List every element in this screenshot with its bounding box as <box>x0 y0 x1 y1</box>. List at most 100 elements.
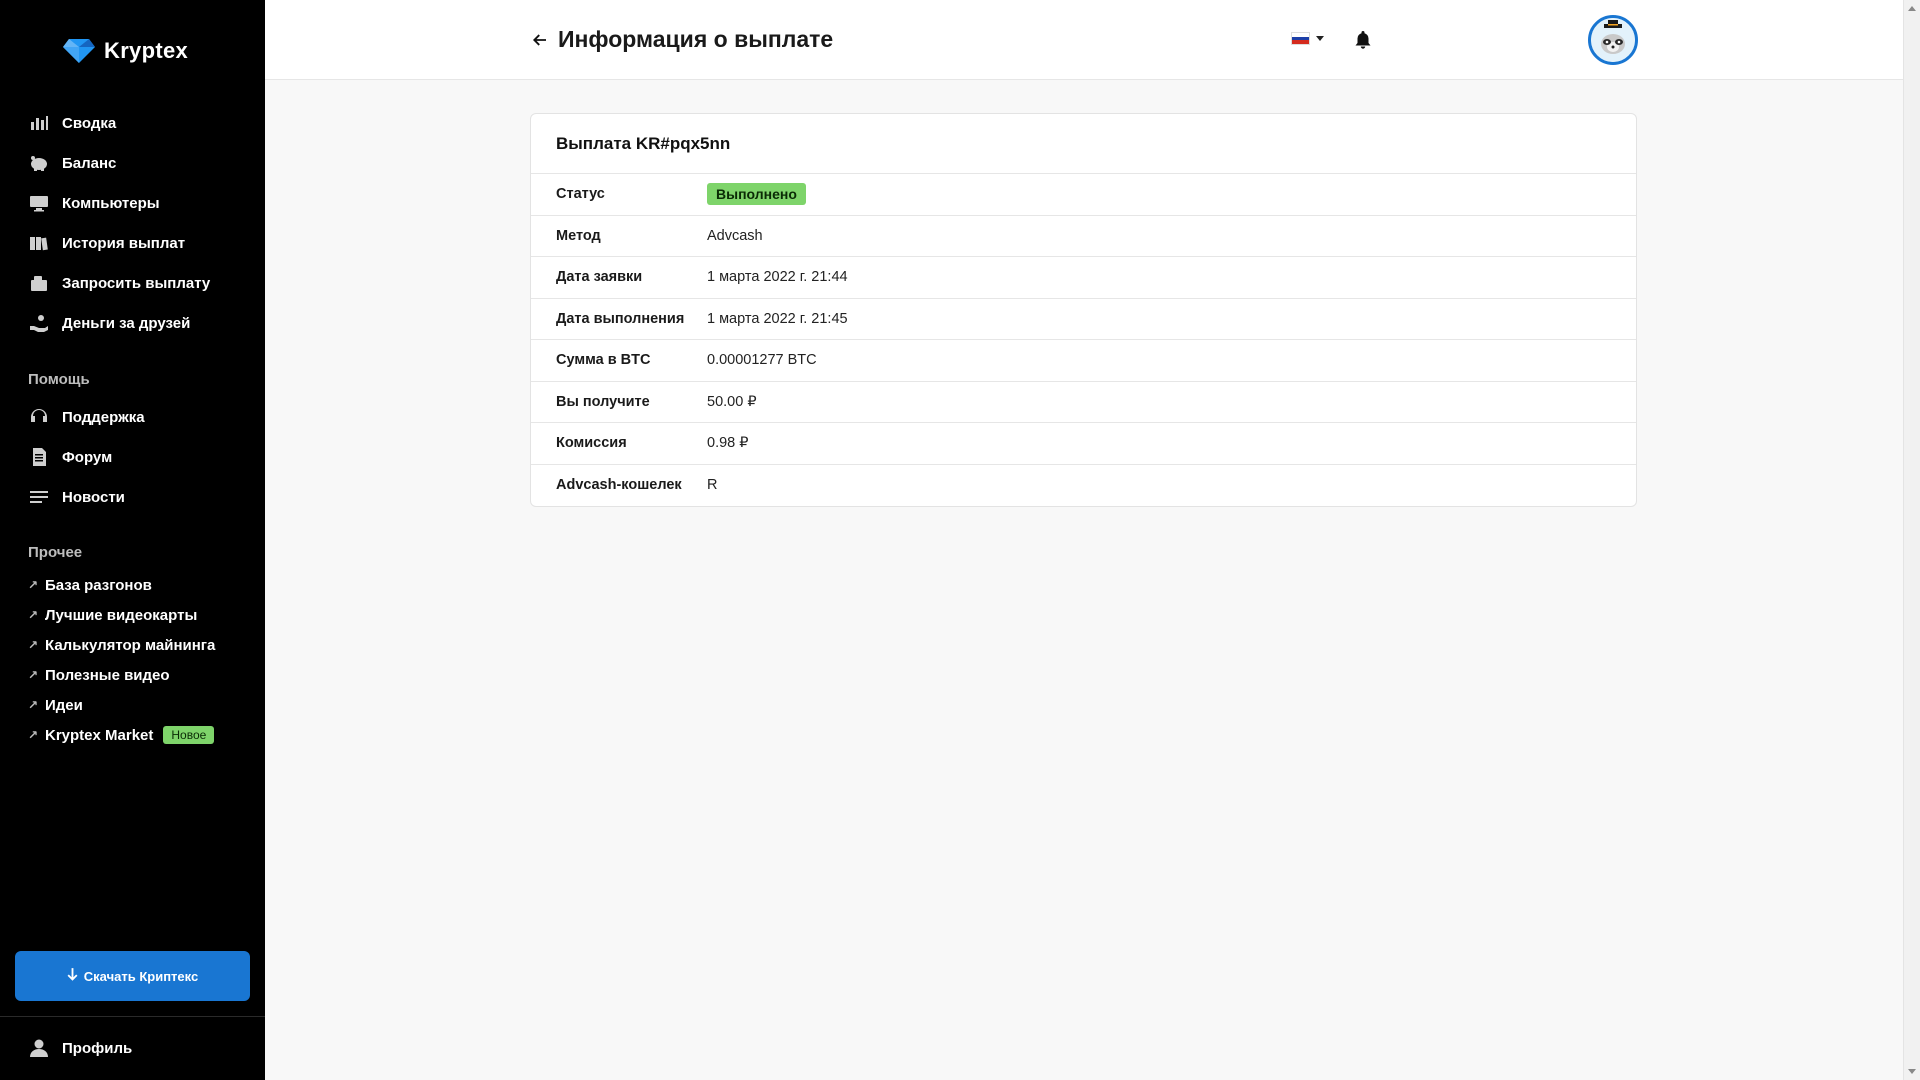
link-label: Kryptex Market <box>45 726 154 744</box>
detail-row-completion-date: Дата выполнения 1 марта 2022 г. 21:45 <box>531 299 1636 340</box>
back-arrow-icon[interactable] <box>528 28 550 52</box>
bar-chart-icon <box>28 112 50 134</box>
sidebar-item-profile[interactable]: Профиль <box>28 1034 132 1062</box>
sidebar-item-request-payout[interactable]: Запросить выплату <box>0 263 265 303</box>
sidebar-item-label: Компьютеры <box>62 194 160 212</box>
monitor-icon <box>28 192 50 214</box>
headset-icon <box>28 406 50 428</box>
link-label: Идеи <box>45 696 83 714</box>
scroll-up-icon[interactable] <box>1908 6 1916 11</box>
link-label: Лучшие видеокарты <box>45 606 198 624</box>
link-label: Полезные видео <box>45 666 170 684</box>
top-header: Информация о выплате <box>265 0 1903 80</box>
detail-row-btc-amount: Сумма в BTC 0.00001277 BTC <box>531 340 1636 382</box>
new-badge: Новое <box>163 726 215 744</box>
detail-row-you-receive: Вы получите 50.00 ₽ <box>531 382 1636 423</box>
external-link-overclock-db[interactable]: ↗ База разгонов <box>0 570 265 600</box>
brand-name: Kryptex <box>104 38 189 63</box>
detail-value: Advcash <box>707 227 763 244</box>
arrow-down-icon <box>67 968 78 984</box>
detail-row-wallet: Advcash-кошелек R <box>531 465 1636 507</box>
external-link-best-gpus[interactable]: ↗ Лучшие видеокарты <box>0 600 265 630</box>
detail-value: 0.00001277 BTC <box>707 352 817 369</box>
detail-label: Advcash-кошелек <box>556 477 682 494</box>
detail-value: 1 марта 2022 г. 21:45 <box>707 310 848 327</box>
vertical-scrollbar[interactable] <box>1903 0 1920 1080</box>
user-icon <box>28 1037 50 1059</box>
sidebar-item-label: Сводка <box>62 114 117 132</box>
payout-title: Выплата KR#pqx5nn <box>531 114 1636 174</box>
sidebar-item-label: Баланс <box>62 154 117 172</box>
avatar[interactable] <box>1588 15 1638 65</box>
hand-coin-icon <box>28 312 50 334</box>
sidebar-item-referrals[interactable]: Деньги за друзей <box>0 303 265 343</box>
external-arrow-icon: ↗ <box>28 668 39 682</box>
brand-logo[interactable]: Kryptex <box>62 36 188 66</box>
external-link-ideas[interactable]: ↗ Идеи <box>0 690 265 720</box>
sidebar-item-label: Деньги за друзей <box>62 314 191 332</box>
bell-icon[interactable] <box>1353 30 1373 50</box>
external-arrow-icon: ↗ <box>28 638 39 652</box>
book-icon <box>28 232 50 254</box>
payout-details-card: Выплата KR#pqx5nn Статус Выполнено Метод… <box>530 113 1637 507</box>
detail-value: R <box>707 477 718 494</box>
detail-value: 1 марта 2022 г. 21:44 <box>707 269 848 286</box>
detail-value: 50.00 ₽ <box>707 393 757 410</box>
detail-label: Метод <box>556 227 601 244</box>
chevron-down-icon <box>1316 36 1324 41</box>
detail-label: Дата выполнения <box>556 310 685 327</box>
sidebar-item-support[interactable]: Поддержка <box>0 397 265 437</box>
sidebar: Kryptex Сводка Баланс Компьютеры История… <box>0 0 265 1080</box>
download-kryptex-button[interactable]: Скачать Криптекс <box>15 951 250 1001</box>
external-link-kryptex-market[interactable]: ↗ Kryptex Market Новое <box>0 720 265 750</box>
sidebar-item-label: История выплат <box>62 234 186 252</box>
detail-row-commission: Комиссия 0.98 ₽ <box>531 423 1636 465</box>
external-link-mining-calculator[interactable]: ↗ Калькулятор майнинга <box>0 630 265 660</box>
detail-label: Сумма в BTC <box>556 352 651 369</box>
main-nav: Сводка Баланс Компьютеры История выплат … <box>0 103 265 343</box>
sidebar-item-computers[interactable]: Компьютеры <box>0 183 265 223</box>
page-title: Информация о выплате <box>558 26 834 52</box>
detail-label: Дата заявки <box>556 269 643 286</box>
external-arrow-icon: ↗ <box>28 608 39 622</box>
detail-row-request-date: Дата заявки 1 марта 2022 г. 21:44 <box>531 257 1636 299</box>
sidebar-item-news[interactable]: Новости <box>0 477 265 517</box>
scroll-down-icon[interactable] <box>1908 1069 1916 1074</box>
external-link-useful-videos[interactable]: ↗ Полезные видео <box>0 660 265 690</box>
detail-row-status: Статус Выполнено <box>531 174 1636 216</box>
russia-flag-icon <box>1291 32 1310 45</box>
detail-value: Выполнено <box>707 182 806 205</box>
link-label: База разгонов <box>45 576 152 594</box>
sidebar-item-payout-history[interactable]: История выплат <box>0 223 265 263</box>
detail-row-method: Метод Advcash <box>531 216 1636 257</box>
detail-label: Вы получите <box>556 393 650 410</box>
profile-label: Профиль <box>62 1039 133 1057</box>
section-label-other: Прочее <box>28 544 83 561</box>
detail-label: Статус <box>556 186 605 203</box>
external-arrow-icon: ↗ <box>28 728 39 742</box>
language-select[interactable] <box>1291 32 1324 45</box>
raccoon-avatar-icon <box>1591 18 1635 62</box>
wallet-icon <box>28 272 50 294</box>
download-button-label: Скачать Криптекс <box>83 968 199 984</box>
sidebar-item-label: Форум <box>62 448 113 466</box>
sidebar-item-summary[interactable]: Сводка <box>0 103 265 143</box>
news-lines-icon <box>28 486 50 508</box>
document-icon <box>28 446 50 468</box>
detail-value: 0.98 ₽ <box>707 435 749 452</box>
section-label-help: Помощь <box>28 371 90 388</box>
sidebar-item-label: Новости <box>62 488 125 506</box>
link-label: Калькулятор майнинга <box>45 636 216 654</box>
sidebar-item-label: Запросить выплату <box>62 274 211 292</box>
diamond-logo-icon <box>63 39 95 63</box>
sidebar-item-forum[interactable]: Форум <box>0 437 265 477</box>
other-nav: ↗ База разгонов ↗ Лучшие видеокарты ↗ Ка… <box>0 570 265 750</box>
sidebar-divider <box>0 1016 265 1017</box>
sidebar-item-balance[interactable]: Баланс <box>0 143 265 183</box>
external-arrow-icon: ↗ <box>28 698 39 712</box>
help-nav: Поддержка Форум Новости <box>0 397 265 517</box>
status-badge: Выполнено <box>707 182 806 205</box>
detail-label: Комиссия <box>556 435 627 452</box>
piggy-bank-icon <box>28 152 50 174</box>
external-arrow-icon: ↗ <box>28 578 39 592</box>
